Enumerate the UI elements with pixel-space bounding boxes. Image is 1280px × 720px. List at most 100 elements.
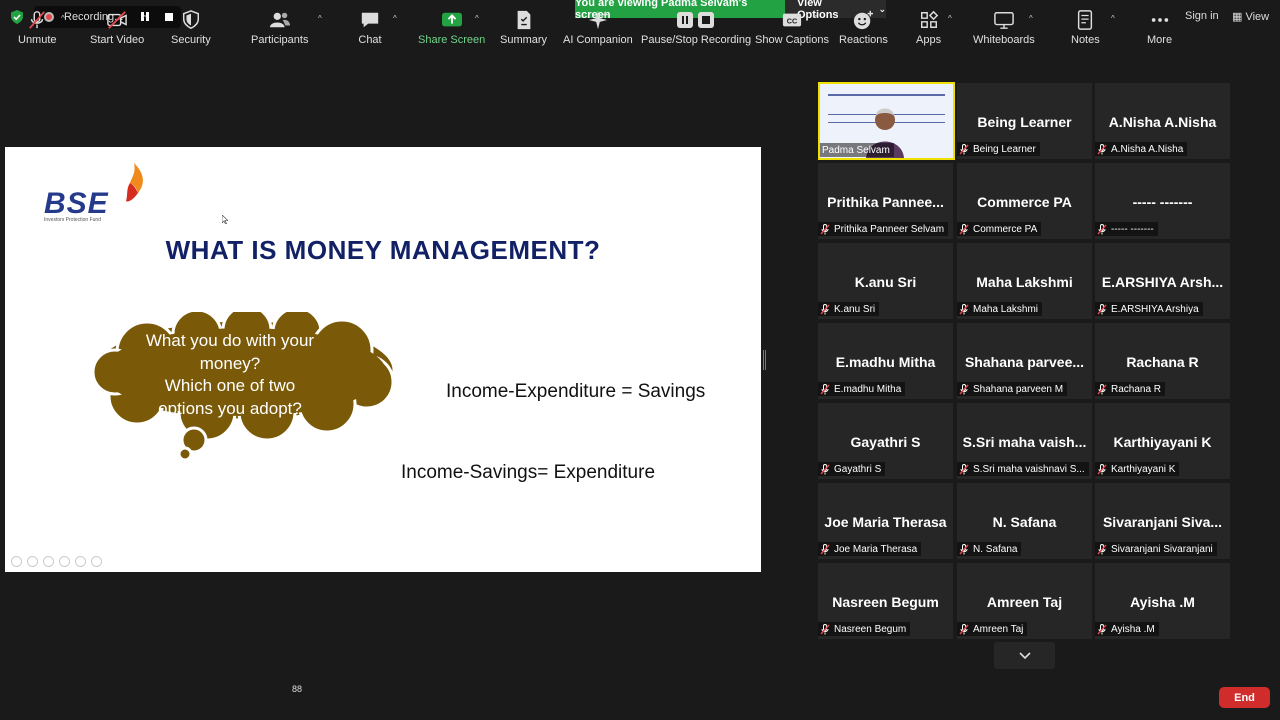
participants-options-caret-icon[interactable]: ^ <box>318 14 322 23</box>
pause-stop-recording-button[interactable]: Pause/Stop Recording <box>641 10 751 46</box>
apps-options-caret-icon[interactable]: ^ <box>948 14 952 23</box>
mic-muted-icon <box>1097 463 1107 475</box>
tile-name-label: Prithika Panneer Selvam <box>818 222 949 236</box>
notes-button[interactable]: Notes <box>1071 10 1100 46</box>
security-button[interactable]: Security <box>171 10 211 46</box>
mic-muted-icon <box>959 143 969 155</box>
participant-display-name: Ayisha .M <box>1130 594 1195 610</box>
participant-tile[interactable]: S.Sri maha vaish... S.Sri maha vaishnavi … <box>957 403 1092 479</box>
participant-display-name: A.Nisha A.Nisha <box>1108 114 1217 130</box>
cloud-line: options you adopt? <box>158 398 302 418</box>
apps-label: Apps <box>916 34 942 46</box>
participant-tile[interactable]: Ayisha .M Ayisha .M <box>1095 563 1230 639</box>
notes-options-caret-icon[interactable]: ^ <box>1111 14 1115 23</box>
mic-muted-icon <box>959 223 969 235</box>
tile-name-label: Gayathri S <box>818 462 886 476</box>
participant-tile[interactable]: Being Learner Being Learner <box>957 83 1092 159</box>
participants-button[interactable]: Participants <box>251 10 308 46</box>
meeting-toolbar <box>0 672 1280 720</box>
chat-button[interactable]: Chat <box>358 10 382 46</box>
mic-muted-icon <box>959 543 969 555</box>
participant-tile[interactable]: Sivaranjani Siva... Sivaranjani Sivaranja… <box>1095 483 1230 559</box>
chat-icon <box>361 12 379 28</box>
participant-label: Ayisha .M <box>1111 623 1155 635</box>
apps-button[interactable]: Apps <box>916 10 941 46</box>
mic-muted-icon <box>959 623 969 635</box>
participant-tile[interactable]: Gayathri S Gayathri S <box>818 403 953 479</box>
show-captions-label: Show Captions <box>755 34 829 46</box>
participant-display-name: Amreen Taj <box>986 594 1063 610</box>
slides-icon[interactable] <box>59 556 70 567</box>
participant-tile[interactable]: Nasreen Begum Nasreen Begum <box>818 563 953 639</box>
participant-tile[interactable]: N. Safana N. Safana <box>957 483 1092 559</box>
resize-handle[interactable] <box>763 350 766 370</box>
share-screen-icon <box>441 12 462 27</box>
participant-tile[interactable]: Rachana R Rachana R <box>1095 323 1230 399</box>
participant-label: Sivaranjani Sivaranjani <box>1111 543 1213 555</box>
tile-name-label: A.Nisha A.Nisha <box>1095 142 1188 156</box>
captions-options-caret-icon[interactable]: ^ <box>814 14 818 23</box>
bse-logo-text: BSE <box>44 187 109 220</box>
captions-icon: CC <box>782 13 802 27</box>
start-video-button[interactable]: Start Video <box>90 10 144 46</box>
participant-display-name: S.Sri maha vaish... <box>962 434 1087 450</box>
participant-tile[interactable]: Maha Lakshmi Maha Lakshmi <box>957 243 1092 319</box>
more-button[interactable]: More <box>1147 10 1172 46</box>
tile-name-label: E.madhu Mitha <box>818 382 906 396</box>
participant-tile[interactable]: K.anu Sri K.anu Sri <box>818 243 953 319</box>
participant-label: E.madhu Mitha <box>834 383 902 395</box>
audio-options-caret-icon[interactable]: ^ <box>61 14 65 23</box>
tile-name-label: Commerce PA <box>957 222 1042 236</box>
gallery-next-page-button[interactable] <box>994 642 1055 669</box>
participant-tile[interactable]: A.Nisha A.Nisha A.Nisha A.Nisha <box>1095 83 1230 159</box>
chat-label: Chat <box>358 34 382 46</box>
participant-tile[interactable]: Karthiyayani K Karthiyayani K <box>1095 403 1230 479</box>
participant-label: N. Safana <box>973 543 1018 555</box>
tile-name-label: Padma Selvam <box>820 143 894 157</box>
pause-stop-icon <box>676 10 716 30</box>
participant-tile[interactable]: E.madhu Mitha E.madhu Mitha <box>818 323 953 399</box>
whiteboards-options-caret-icon[interactable]: ^ <box>1029 14 1033 23</box>
prev-slide-icon[interactable] <box>11 556 22 567</box>
ai-companion-button[interactable]: AI Companion <box>563 10 633 46</box>
active-speaker-tile[interactable]: Padma Selvam <box>818 82 955 160</box>
view-button[interactable]: ▦ View <box>1232 10 1269 23</box>
chat-options-caret-icon[interactable]: ^ <box>393 14 397 23</box>
zoom-icon[interactable] <box>75 556 86 567</box>
share-options-caret-icon[interactable]: ^ <box>475 14 479 23</box>
participant-tile[interactable]: ----- ------- ----- ------- <box>1095 163 1230 239</box>
participant-label: S.Sri maha vaishnavi S... <box>973 463 1085 475</box>
sign-in-button[interactable]: Sign in <box>1185 10 1219 22</box>
video-options-caret-icon[interactable]: ^ <box>143 14 147 23</box>
participant-tile[interactable]: Prithika Pannee... Prithika Panneer Selva… <box>818 163 953 239</box>
participant-tile[interactable]: Joe Maria Therasa Joe Maria Therasa <box>818 483 953 559</box>
tile-name-label: Joe Maria Therasa <box>818 542 922 556</box>
whiteboards-button[interactable]: Whiteboards <box>973 10 1035 46</box>
notes-icon <box>1078 10 1093 30</box>
participant-display-name: K.anu Sri <box>854 274 917 290</box>
participant-label: Maha Lakshmi <box>973 303 1039 315</box>
participant-label: Being Learner <box>973 143 1036 155</box>
participant-tile[interactable]: Amreen Taj Amreen Taj <box>957 563 1092 639</box>
pause-stop-recording-label: Pause/Stop Recording <box>641 34 752 46</box>
more-options-icon[interactable] <box>91 556 102 567</box>
sparkle-icon <box>588 10 609 30</box>
participant-tile[interactable]: Commerce PA Commerce PA <box>957 163 1092 239</box>
slide-toolbar[interactable] <box>11 556 102 567</box>
participant-display-name: E.ARSHIYA Arsh... <box>1101 274 1224 290</box>
end-meeting-button[interactable]: End <box>1219 687 1270 708</box>
pen-icon[interactable] <box>43 556 54 567</box>
participant-display-name: Maha Lakshmi <box>976 274 1073 290</box>
view-label: View <box>1245 11 1270 23</box>
whiteboards-label: Whiteboards <box>973 34 1035 46</box>
participant-tile[interactable]: E.ARSHIYA Arsh... E.ARSHIYA Arshiya <box>1095 243 1230 319</box>
participants-label: Participants <box>251 34 309 46</box>
participant-tile[interactable]: Shahana parvee... Shahana parveen M <box>957 323 1092 399</box>
summary-button[interactable]: Summary <box>500 10 547 46</box>
unmute-button[interactable]: Unmute <box>18 10 57 46</box>
bse-logo: BSE Investors Protection Fund <box>44 163 148 225</box>
reactions-button[interactable]: Reactions <box>839 10 888 46</box>
summary-document-icon <box>517 10 530 30</box>
next-slide-icon[interactable] <box>27 556 38 567</box>
mouse-cursor-icon <box>222 215 228 224</box>
